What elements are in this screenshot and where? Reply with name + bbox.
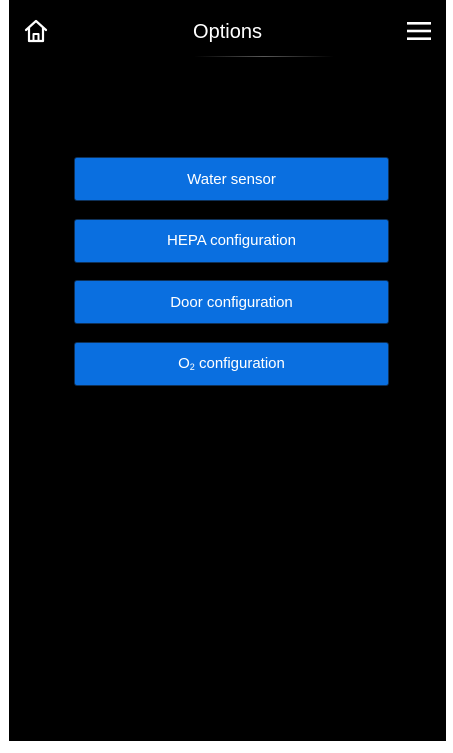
title-divider	[194, 56, 334, 57]
app-screen: Options Water sensor HEPA configuration …	[9, 0, 446, 741]
hepa-configuration-label: HEPA configuration	[167, 232, 296, 249]
door-configuration-button[interactable]: Door configuration	[75, 281, 388, 323]
o2-configuration-button[interactable]: O2 configuration	[75, 342, 388, 385]
hamburger-menu-icon	[402, 14, 436, 48]
water-sensor-label: Water sensor	[187, 170, 276, 188]
o2-label-suffix: configuration	[194, 355, 285, 372]
water-sensor-button[interactable]: Water sensor	[75, 158, 388, 200]
o2-configuration-label: O2 configuration	[178, 355, 285, 372]
o2-label-prefix: O	[178, 355, 190, 372]
header-bar: Options	[9, 0, 446, 64]
options-list: Water sensor HEPA configuration Door con…	[75, 158, 388, 404]
door-configuration-label: Door configuration	[170, 293, 293, 311]
menu-button[interactable]	[402, 14, 436, 48]
hepa-configuration-button[interactable]: HEPA configuration	[75, 219, 388, 262]
page-title: Options	[193, 21, 262, 43]
